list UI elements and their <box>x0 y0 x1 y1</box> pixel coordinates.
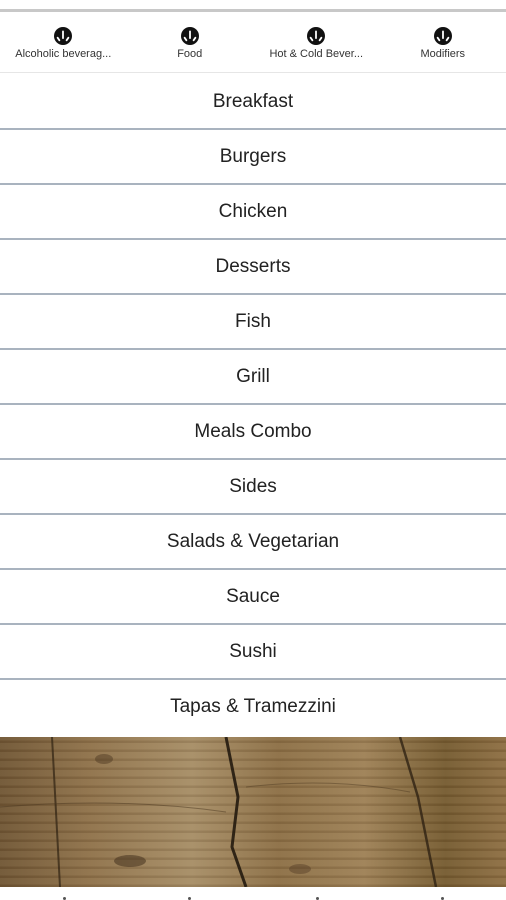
category-breakfast[interactable]: Breakfast <box>0 75 506 130</box>
category-list: Breakfast Burgers Chicken Desserts Fish … <box>0 75 506 733</box>
category-burgers[interactable]: Burgers <box>0 130 506 185</box>
tab-hot-cold-beverages[interactable]: Hot & Cold Bever... <box>253 12 380 72</box>
category-sauce[interactable]: Sauce <box>0 570 506 625</box>
category-tab-bar: Alcoholic beverag... Food Hot & Cold Bev… <box>0 12 506 73</box>
category-sides[interactable]: Sides <box>0 460 506 515</box>
category-meals-combo[interactable]: Meals Combo <box>0 405 506 460</box>
tab-label: Food <box>177 48 203 60</box>
tab-label: Hot & Cold Bever... <box>269 48 364 60</box>
tab-label: Alcoholic beverag... <box>15 48 112 60</box>
tab-modifiers[interactable]: Modifiers <box>380 12 506 72</box>
category-fish[interactable]: Fish <box>0 295 506 350</box>
category-salads-vegetarian[interactable]: Salads & Vegetarian <box>0 515 506 570</box>
category-chicken[interactable]: Chicken <box>0 185 506 240</box>
tab-alcoholic-beverages[interactable]: Alcoholic beverag... <box>0 12 127 72</box>
category-grill[interactable]: Grill <box>0 350 506 405</box>
category-sushi[interactable]: Sushi <box>0 625 506 680</box>
category-tapas-tramezzini[interactable]: Tapas & Tramezzini <box>0 680 506 733</box>
tab-food[interactable]: Food <box>127 12 254 72</box>
category-desserts[interactable]: Desserts <box>0 240 506 295</box>
menu-screen: Alcoholic beverag... Food Hot & Cold Bev… <box>0 0 506 900</box>
cutlery-badge-icon <box>180 27 199 45</box>
bottom-strip <box>0 887 506 900</box>
wood-planks-graphic <box>0 737 438 887</box>
cutlery-badge-icon <box>54 27 73 45</box>
cutlery-badge-icon <box>307 27 326 45</box>
wood-background-image <box>0 737 506 887</box>
cutlery-badge-icon <box>433 27 452 45</box>
tab-label: Modifiers <box>420 48 466 60</box>
